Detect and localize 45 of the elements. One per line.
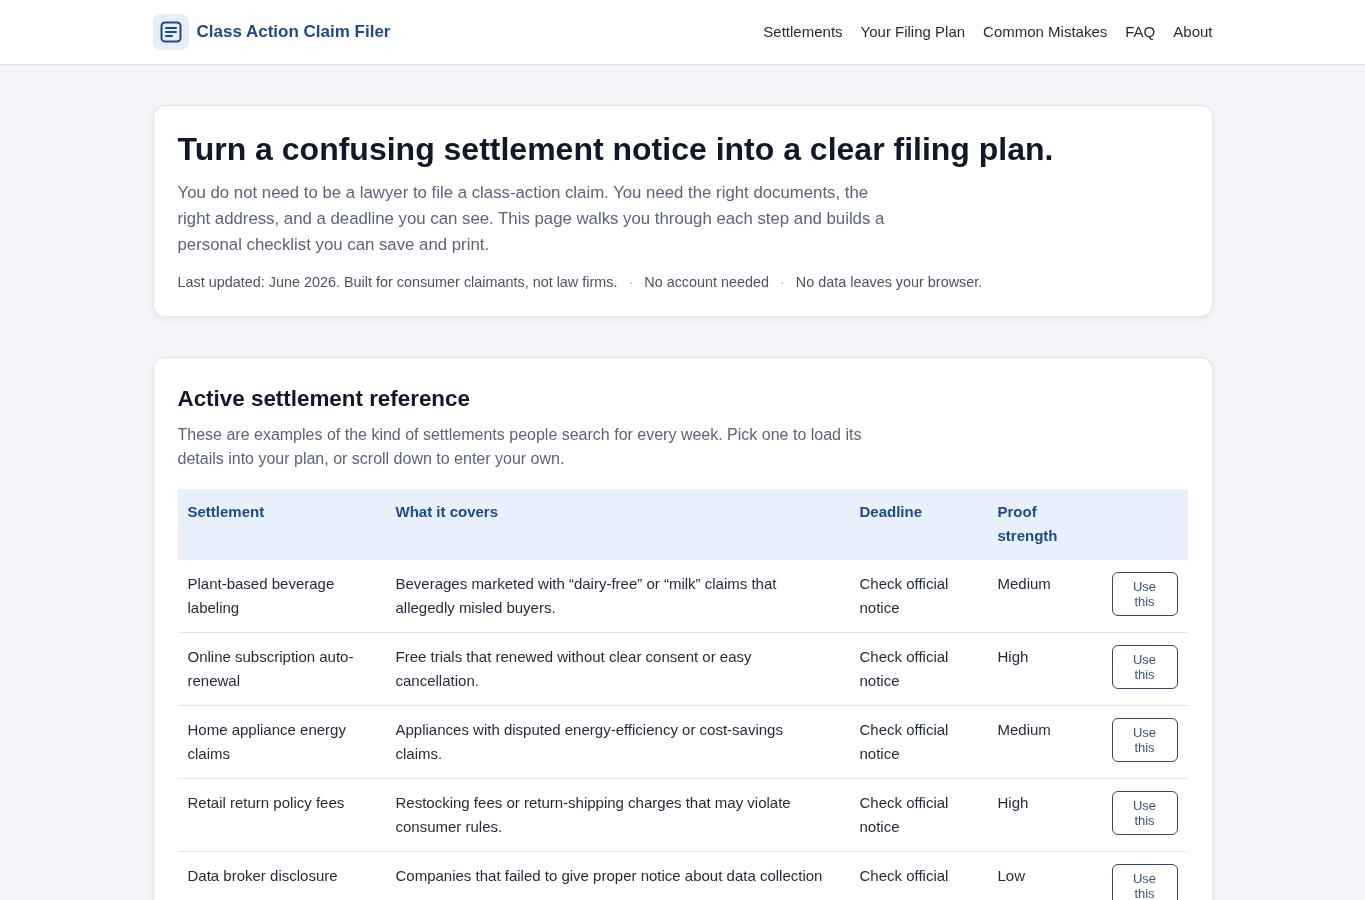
separator-dot: · <box>628 273 634 292</box>
table-cell: Check official notice <box>859 648 949 689</box>
nav-link[interactable]: Common Mistakes <box>983 20 1108 44</box>
nav-link[interactable]: Your Filing Plan <box>860 20 966 44</box>
table-cell: Medium <box>997 721 1051 738</box>
use-this-button[interactable]: Use this <box>1111 791 1178 835</box>
table-cell: Check official notice <box>859 794 949 835</box>
column-header: What it covers <box>395 503 499 520</box>
table-cell: Plant-based beverage labeling <box>187 575 335 616</box>
separator-dot: · <box>780 273 785 292</box>
column-header: Proof strength <box>997 503 1058 544</box>
column-header: Settlement <box>187 503 265 520</box>
section-description: These are examples of the kind of settlements people search for every week. Pick one to load its details into your plan, or scroll down to enter your own. <box>177 425 863 469</box>
column-header: Deadline <box>859 503 923 520</box>
use-this-button[interactable]: Use this <box>1111 572 1178 616</box>
table-cell: Restocking fees or return-shipping charges that may violate consumer rules. <box>395 794 791 835</box>
table-cell: Companies that failed to give proper notice about data collection <box>395 867 823 884</box>
table-cell: Online subscription auto-renewal <box>187 648 354 689</box>
table-cell: High <box>997 794 1029 811</box>
table-cell: Free trials that renewed without clear consent or easy cancellation. <box>395 648 752 689</box>
use-this-button[interactable]: Use this <box>1111 864 1178 900</box>
table-cell: Low <box>997 867 1026 884</box>
table-cell: Check official notice <box>859 575 949 616</box>
nav-link[interactable]: About <box>1173 20 1213 44</box>
site-title[interactable]: Class Action Claim Filer <box>196 19 391 45</box>
table-cell: High <box>997 648 1029 665</box>
meta-text: Last updated: June 2026. Built for consumer claimants, not law firms. <box>177 273 618 292</box>
use-this-button[interactable]: Use this <box>1111 718 1178 762</box>
nav-link[interactable]: FAQ <box>1125 20 1156 44</box>
table-cell: Retail return policy fees <box>187 794 345 811</box>
meta-text: No data leaves your browser. <box>795 273 983 292</box>
table-cell: Home appliance energy claims <box>187 721 346 762</box>
table-cell: Beverages marketed with “dairy-free” or “milk” claims that allegedly misled buyers. <box>395 575 777 616</box>
nav-link[interactable]: Settlements <box>763 20 843 44</box>
table-cell: Data broker disclosure <box>187 867 338 884</box>
meta-text: No account needed <box>644 273 770 292</box>
use-this-button[interactable]: Use this <box>1111 645 1178 689</box>
section-heading: Active settlement reference <box>177 385 471 413</box>
document-icon <box>152 14 189 50</box>
hero-heading: Turn a confusing settlement notice into a clear filing plan. <box>177 130 1055 168</box>
intro-paragraph: You do not need to be a lawyer to file a class-action claim. You need the right documents, the right address, and a deadline you can see. This page walks you through each step and builds a personal checklist you can save and print. <box>177 182 886 256</box>
table-cell: Medium <box>997 575 1051 592</box>
table-cell: Check official <box>859 867 949 884</box>
table-cell: Appliances with disputed energy-efficiency or cost-savings claims. <box>395 721 783 762</box>
table-cell: Check official notice <box>859 721 949 762</box>
